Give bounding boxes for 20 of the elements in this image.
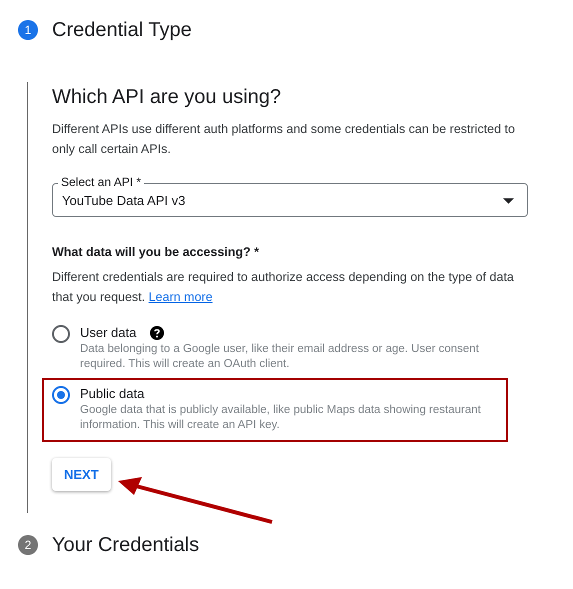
option-description: Google data that is publicly available, like public Maps data showing restaurant information. This will create an API key. [80, 403, 482, 433]
option-label: User data [80, 325, 136, 340]
description: Different credentials are required to authorize access depending on the type of data that you request. Learn more [52, 269, 515, 306]
step-number: 1 [18, 20, 38, 40]
section-heading: Which API are you using? [52, 86, 282, 109]
step-title: Your Credentials [52, 534, 200, 556]
select-label: Select an API * [58, 175, 144, 189]
question-label: What data will you be accessing? * [52, 245, 260, 259]
radio-button[interactable] [52, 325, 70, 343]
radio-button[interactable] [52, 386, 70, 404]
option-label: Public data [80, 386, 144, 401]
step-number: 2 [18, 535, 38, 555]
option-description: Data belonging to a Google user, like their email address or age. User consent required. This will create an OAuth client. [80, 342, 480, 372]
description: Different APIs use different auth platforms and some credentials can be restricted to only call certain APIs. [52, 121, 516, 158]
learn-more-link[interactable]: Learn more [148, 290, 213, 304]
step-title: Credential Type [52, 18, 192, 42]
select-value: YouTube Data API v3 [62, 192, 186, 208]
next-button[interactable]: NEXT [52, 458, 111, 491]
dropdown-caret-icon [503, 198, 514, 204]
help-icon[interactable] [150, 326, 164, 340]
